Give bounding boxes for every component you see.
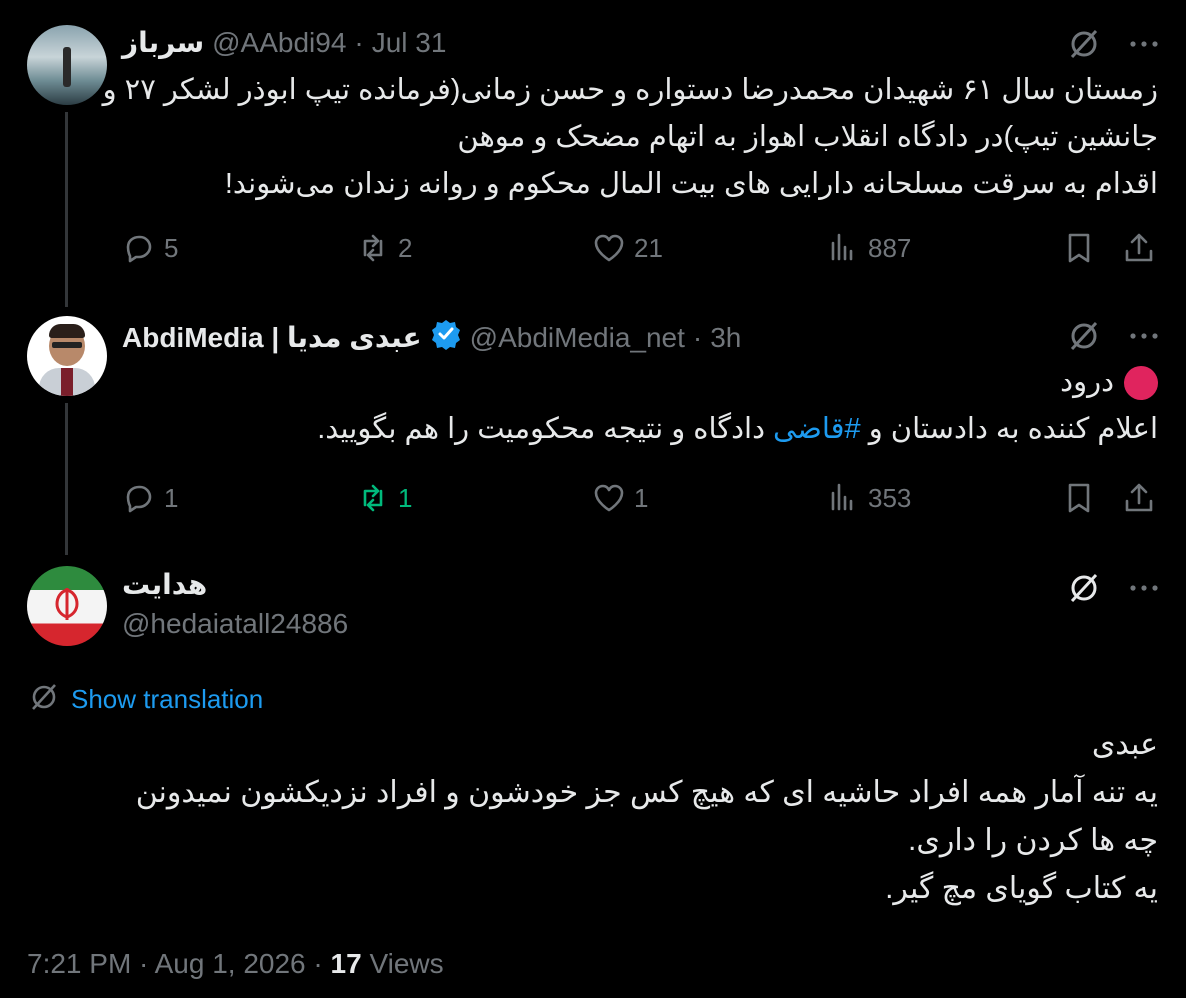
handle[interactable]: @AbdiMedia_net [470,322,685,354]
tweet-meta: 7:21 PM · Aug 1, 2026 · 17 Views [27,948,444,980]
grok-icon[interactable] [1066,570,1102,611]
reply-icon [126,235,152,263]
grok-icon[interactable] [1066,318,1102,359]
more-icon[interactable] [1126,26,1162,67]
avatar-soldier[interactable] [27,25,107,105]
tweet-actions: 5 2 21 887 [122,231,1162,271]
views-icon [831,233,853,261]
tweet-top-icons [1066,570,1162,611]
tweet-text: زمستان سال ۶۱ شهیدان محمدرضا دستواره و ح… [103,67,1158,208]
hashtag-link[interactable]: #قاضی [773,413,861,445]
views-button[interactable]: 887 [826,231,911,265]
tweet-header: سرباز @AAbdi94 · Jul 31 [122,26,446,59]
display-name[interactable]: AbdiMedia | عبدی مدیا [122,321,422,354]
tweet-text: درود اعلام کننده به دادستان و #قاضی دادگ… [317,359,1158,453]
retweet-icon [363,484,383,512]
bookmark-button[interactable] [1062,231,1096,265]
thread-line [65,403,68,555]
retweet-icon [363,234,383,262]
verified-badge-icon [430,318,462,357]
share-button[interactable] [1122,231,1156,265]
show-translation-link[interactable]: Show translation [71,684,263,715]
share-icon [1125,483,1153,512]
views-label: Views [369,948,444,979]
bookmark-button[interactable] [1062,481,1096,515]
avatar-hedaiat[interactable] [27,566,107,646]
tweet-actions: 1 1 1 353 [122,481,1162,521]
main-tweet-text: عبدی یه تنه آمار همه افراد حاشیه ای که ه… [136,721,1158,913]
retweet-count: 2 [398,232,413,263]
tweet-line: یه کتاب گویای مچ گیر. [885,872,1158,905]
translate-icon [27,680,61,719]
retweet-button[interactable]: 1 [356,481,412,515]
reply-count: 5 [164,232,179,263]
share-icon [1125,233,1153,262]
reply-button[interactable]: 1 [122,481,178,515]
tweet-line: زمستان سال ۶۱ شهیدان محمدرضا دستواره و ح… [102,74,1158,106]
timestamp[interactable]: 3h [710,322,741,354]
text-segment: اعلام کننده به دادستان و [868,413,1158,445]
views-number: 17 [330,948,362,979]
post-timestamp[interactable]: 7:21 PM · Aug 1, 2026 · [27,948,323,979]
tweet-line: اعلام کننده به دادستان و #قاضی دادگاه و … [317,406,1158,453]
retweet-count: 1 [398,482,413,513]
separator: · [692,321,703,353]
avatar-abdimedia[interactable] [27,316,107,396]
heart-icon [594,234,624,262]
retweet-button[interactable]: 2 [356,231,412,265]
separator: · [354,26,364,58]
handle[interactable]: @hedaiatall24886 [122,608,348,640]
more-icon[interactable] [1126,570,1162,611]
more-icon[interactable] [1126,318,1162,359]
greeting-line: درود [317,359,1158,406]
bookmark-icon [1068,233,1090,263]
views-count: 353 [868,482,912,513]
red-circle-emoji [1124,365,1158,400]
tweet-line: عبدی [1091,728,1158,761]
views-icon [831,483,853,511]
views-button[interactable]: 353 [826,481,911,515]
reply-count: 1 [164,482,179,513]
greeting: درود [1060,366,1114,398]
grok-icon[interactable] [1066,26,1102,67]
text-segment: دادگاه و نتیجه محکومیت را هم بگویید. [317,413,765,445]
main-tweet-header: هدایت [122,568,207,601]
bookmark-icon [1068,483,1090,513]
reply-icon [126,485,152,513]
views-count: 887 [868,232,912,263]
share-button[interactable] [1122,481,1156,515]
display-name[interactable]: سرباز [122,26,204,59]
like-button[interactable]: 21 [592,231,663,265]
handle[interactable]: @AAbdi94 [212,27,346,59]
heart-icon [594,484,624,512]
tweet-line: اقدام به سرقت مسلحانه دارایی های بیت الم… [224,168,1158,200]
reply-button[interactable]: 5 [122,231,178,265]
like-count: 21 [634,232,663,263]
tweet-line: چه ها کردن را داری. [908,824,1158,857]
display-name[interactable]: هدایت [122,568,207,601]
timestamp[interactable]: Jul 31 [372,27,447,59]
tweet-header: AbdiMedia | عبدی مدیا @AbdiMedia_net · 3… [122,318,741,357]
tweet-top-icons [1066,318,1162,359]
tweet-top-icons [1066,26,1162,67]
like-button[interactable]: 1 [592,481,648,515]
show-translation[interactable]: Show translation [27,680,263,719]
tweet-line: یه تنه آمار همه افراد حاشیه ای که هیچ کس… [135,776,1158,809]
like-count: 1 [634,482,649,513]
thread-line [65,112,68,307]
tweet-line: جانشین تیپ)در دادگاه انقلاب اهواز به اته… [457,121,1158,153]
